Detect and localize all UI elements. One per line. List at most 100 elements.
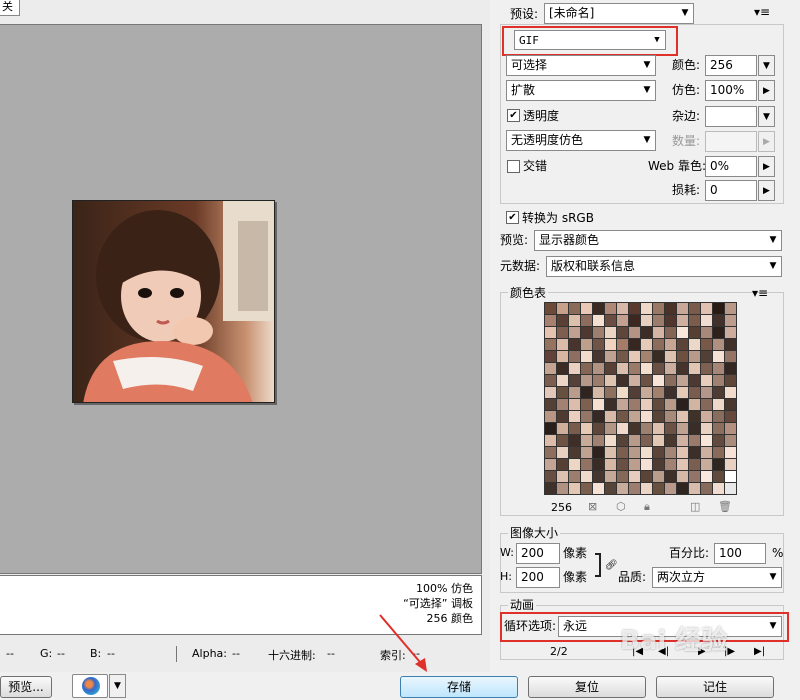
color-swatch[interactable] — [641, 375, 652, 386]
color-swatch[interactable] — [617, 447, 628, 458]
color-swatch[interactable] — [713, 447, 724, 458]
color-swatch[interactable] — [629, 327, 640, 338]
color-swatch[interactable] — [665, 483, 676, 494]
color-swatch[interactable] — [593, 363, 604, 374]
matte-dropdown-button[interactable]: ▼ — [758, 106, 775, 127]
color-swatch[interactable] — [605, 363, 616, 374]
color-swatch[interactable] — [713, 471, 724, 482]
color-swatch[interactable] — [653, 339, 664, 350]
color-swatch[interactable] — [665, 315, 676, 326]
color-swatch[interactable] — [665, 375, 676, 386]
color-swatch[interactable] — [677, 315, 688, 326]
dither-dropdown-button[interactable]: ▶ — [758, 80, 775, 101]
color-swatch[interactable] — [653, 363, 664, 374]
color-swatch[interactable] — [581, 435, 592, 446]
preset-select[interactable]: [未命名] ▼ — [544, 3, 694, 24]
color-swatch[interactable] — [665, 303, 676, 314]
color-swatch[interactable] — [665, 351, 676, 362]
color-swatch[interactable] — [641, 327, 652, 338]
color-swatch[interactable] — [701, 411, 712, 422]
color-swatch[interactable] — [629, 399, 640, 410]
color-swatch[interactable] — [677, 447, 688, 458]
interlaced-checkbox[interactable] — [507, 160, 520, 173]
color-swatch[interactable] — [725, 399, 736, 410]
color-swatch[interactable] — [617, 435, 628, 446]
color-swatch[interactable] — [665, 471, 676, 482]
color-swatch[interactable] — [545, 447, 556, 458]
color-swatch[interactable] — [593, 387, 604, 398]
color-swatch[interactable] — [665, 327, 676, 338]
color-swatch[interactable] — [617, 327, 628, 338]
color-swatch[interactable] — [569, 399, 580, 410]
color-swatch[interactable] — [713, 315, 724, 326]
color-swatch[interactable] — [689, 399, 700, 410]
color-swatch[interactable] — [569, 483, 580, 494]
preview-select[interactable]: 显示器颜色 ▼ — [534, 230, 782, 251]
color-swatch[interactable] — [605, 411, 616, 422]
color-swatch[interactable] — [617, 483, 628, 494]
color-swatch[interactable] — [641, 339, 652, 350]
color-swatch[interactable] — [725, 303, 736, 314]
color-swatch[interactable] — [689, 447, 700, 458]
color-swatch[interactable] — [701, 375, 712, 386]
color-swatch[interactable] — [569, 423, 580, 434]
color-swatch[interactable] — [605, 423, 616, 434]
color-swatch[interactable] — [605, 315, 616, 326]
color-swatch[interactable] — [569, 363, 580, 374]
browser-select[interactable] — [72, 674, 108, 698]
color-swatch[interactable] — [545, 351, 556, 362]
color-swatch[interactable] — [617, 375, 628, 386]
color-swatch[interactable] — [593, 351, 604, 362]
color-swatch[interactable] — [677, 399, 688, 410]
web-snap-dropdown-button[interactable]: ▶ — [758, 156, 775, 177]
color-swatch[interactable] — [569, 327, 580, 338]
preview-button[interactable]: 预览... — [0, 676, 52, 698]
color-swatch[interactable] — [701, 351, 712, 362]
color-swatch[interactable] — [581, 339, 592, 350]
color-swatch[interactable] — [713, 459, 724, 470]
color-swatch[interactable] — [689, 411, 700, 422]
height-input[interactable]: 200 — [516, 567, 560, 588]
color-swatch[interactable] — [605, 447, 616, 458]
color-swatch[interactable] — [701, 399, 712, 410]
color-swatch[interactable] — [641, 363, 652, 374]
new-color-icon[interactable]: ◫ — [690, 500, 700, 513]
color-swatch[interactable] — [569, 435, 580, 446]
color-swatch[interactable] — [713, 435, 724, 446]
color-swatch[interactable] — [557, 471, 568, 482]
color-swatch[interactable] — [689, 315, 700, 326]
color-swatch[interactable] — [581, 399, 592, 410]
color-swatch[interactable] — [689, 471, 700, 482]
first-frame-icon[interactable]: |◀ — [632, 642, 643, 662]
color-swatch[interactable] — [725, 375, 736, 386]
color-swatch[interactable] — [629, 339, 640, 350]
color-swatch[interactable] — [653, 351, 664, 362]
dither-algorithm-select[interactable]: 扩散 ▼ — [506, 80, 656, 101]
color-swatch[interactable] — [701, 339, 712, 350]
color-table-menu-icon[interactable]: ▾≡ — [752, 286, 768, 300]
color-swatch[interactable] — [653, 423, 664, 434]
trash-icon[interactable]: 🗑︎ — [718, 500, 732, 513]
color-swatch[interactable] — [557, 339, 568, 350]
color-swatch[interactable] — [641, 351, 652, 362]
color-swatch[interactable] — [677, 471, 688, 482]
lossy-input[interactable]: 0 — [705, 180, 757, 201]
color-swatch[interactable] — [713, 423, 724, 434]
color-swatch[interactable] — [593, 375, 604, 386]
color-swatch[interactable] — [605, 435, 616, 446]
web-snap-input[interactable]: 0% — [705, 156, 757, 177]
color-swatch[interactable] — [725, 459, 736, 470]
color-swatch[interactable] — [629, 435, 640, 446]
color-swatch[interactable] — [569, 387, 580, 398]
color-swatch[interactable] — [713, 399, 724, 410]
color-swatch[interactable] — [725, 447, 736, 458]
color-swatch[interactable] — [677, 411, 688, 422]
color-swatch[interactable] — [545, 339, 556, 350]
color-swatch[interactable] — [557, 303, 568, 314]
metadata-select[interactable]: 版权和联系信息 ▼ — [546, 256, 782, 277]
lock-icon[interactable]: 🔒︎ — [644, 500, 650, 514]
lossy-dropdown-button[interactable]: ▶ — [758, 180, 775, 201]
color-swatch[interactable] — [653, 303, 664, 314]
color-swatch[interactable] — [641, 435, 652, 446]
color-swatch[interactable] — [545, 411, 556, 422]
